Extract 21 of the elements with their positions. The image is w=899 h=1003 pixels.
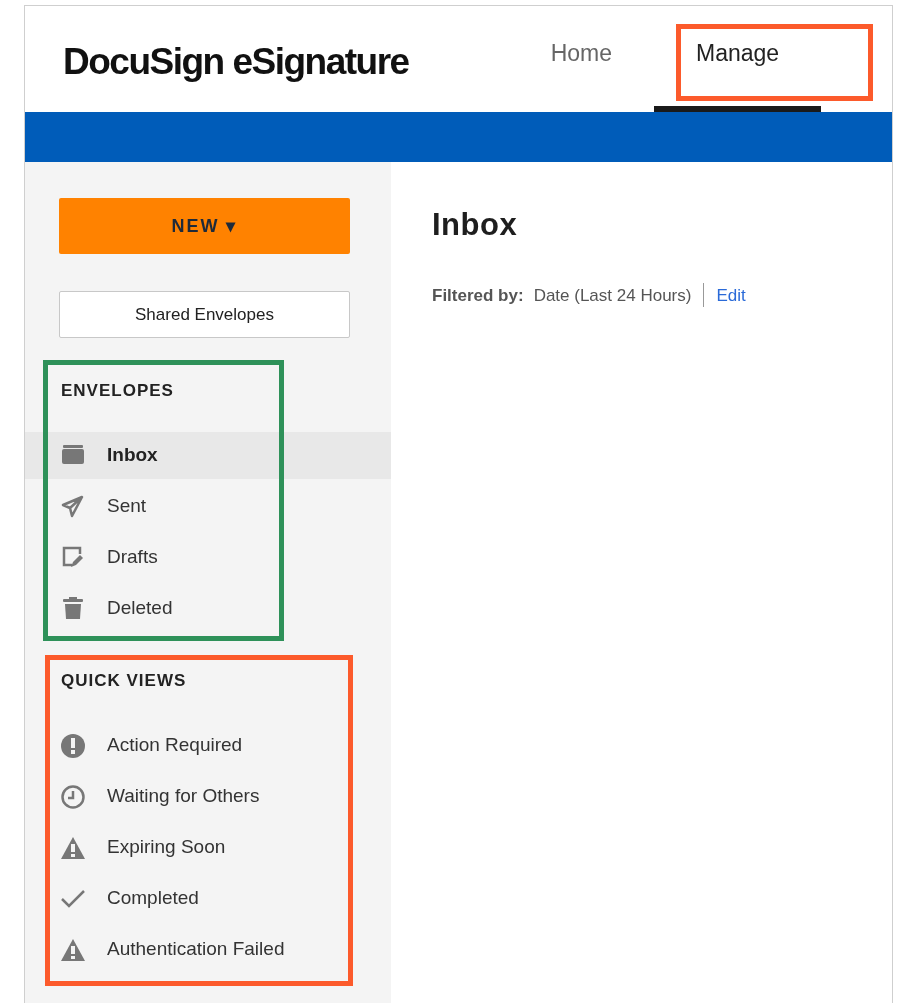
shared-envelopes-button[interactable]: Shared Envelopes — [59, 291, 350, 338]
nav-item[interactable]: Deleted — [25, 585, 391, 632]
nav-item[interactable]: Waiting for Others — [25, 773, 391, 820]
filter-value: Date (Last 24 Hours) — [533, 284, 692, 307]
edit-link[interactable]: Edit — [716, 282, 746, 308]
filter-label: Filtered by: — [432, 284, 524, 307]
new-button[interactable]: NEW ▾ — [59, 198, 350, 254]
nav-item[interactable]: Completed — [25, 875, 391, 922]
section-heading: QUICK VIEWS — [60, 670, 188, 692]
nav-tab[interactable]: Home — [508, 0, 654, 112]
clock-icon — [59, 783, 87, 810]
logo: DocuSign eSignature — [63, 40, 409, 82]
page-title: Inbox — [432, 206, 519, 244]
nav-item[interactable]: Action Required — [25, 722, 391, 769]
nav-item[interactable]: Inbox — [25, 432, 391, 479]
nav-item[interactable]: Sent — [25, 483, 391, 530]
exclamation-icon — [59, 732, 87, 759]
nav-item[interactable]: Expiring Soon — [25, 824, 391, 871]
nav-item[interactable]: Authentication Failed — [25, 926, 391, 973]
section-heading: ENVELOPES — [60, 380, 175, 402]
nav-item[interactable]: Drafts — [25, 534, 391, 581]
